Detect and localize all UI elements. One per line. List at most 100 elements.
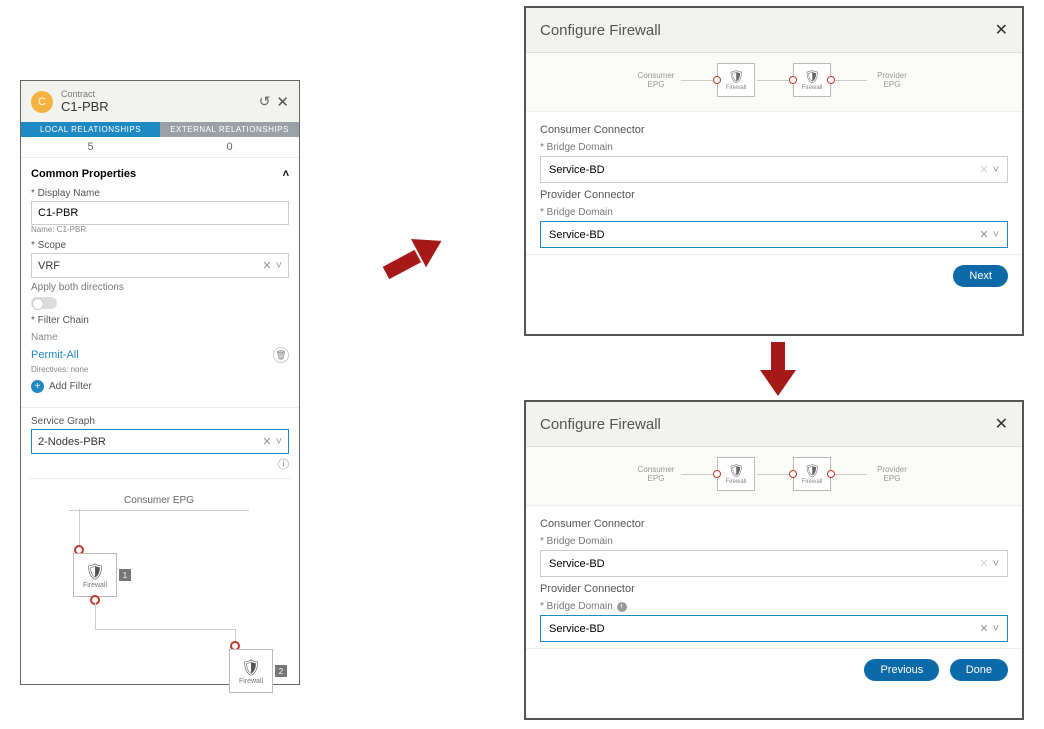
diagram-line bbox=[757, 474, 791, 475]
firewall-mini-2: 🛡 Firewall bbox=[793, 63, 831, 97]
chip-label: Consumer bbox=[631, 71, 681, 80]
clear-icon[interactable]: ✕ bbox=[979, 164, 988, 176]
provider-connector-label: Provider Connector bbox=[540, 189, 1008, 201]
panel-titles: Contract C1-PBR bbox=[61, 89, 259, 114]
provider-bd-value: Service-BD bbox=[549, 229, 605, 241]
diagram-line bbox=[681, 80, 715, 81]
configure-firewall-modal-step1: Configure Firewall ✕ Consumer EPG 🛡 Fire… bbox=[524, 6, 1024, 336]
modal-body: Consumer Connector * Bridge Domain Servi… bbox=[526, 112, 1022, 254]
shield-icon: 🛡 bbox=[728, 463, 745, 479]
close-icon[interactable]: ✕ bbox=[995, 20, 1008, 40]
external-count: 0 bbox=[160, 137, 299, 158]
display-name-input[interactable] bbox=[31, 201, 289, 225]
common-properties-label: Common Properties bbox=[31, 168, 136, 180]
chevron-down-icon[interactable]: ˅ bbox=[993, 229, 999, 241]
filter-chain-label: * Filter Chain bbox=[21, 311, 299, 328]
local-count: 5 bbox=[21, 137, 160, 158]
common-properties-header[interactable]: Common Properties ˄ bbox=[21, 158, 299, 184]
name-readonly: Name: C1-PBR bbox=[21, 225, 299, 236]
panel-title: C1-PBR bbox=[61, 99, 259, 114]
chevron-up-icon: ˄ bbox=[283, 168, 289, 180]
chevron-down-icon[interactable]: ˅ bbox=[993, 623, 999, 635]
next-button[interactable]: Next bbox=[953, 265, 1008, 287]
chip-label: Consumer bbox=[631, 465, 681, 474]
modal-topology-diagram: Consumer EPG 🛡 Firewall 🛡 Firewall Provi… bbox=[526, 53, 1022, 112]
modal-title: Configure Firewall bbox=[540, 416, 661, 433]
tab-external-relationships[interactable]: EXTERNAL RELATIONSHIPS bbox=[160, 122, 299, 137]
select-icons: ✕˅ bbox=[979, 557, 999, 570]
clear-icon[interactable]: ✕ bbox=[979, 558, 988, 570]
clear-icon[interactable]: ✕ bbox=[979, 229, 988, 241]
node-number-2: 2 bbox=[275, 665, 287, 677]
history-icon[interactable]: ↺ bbox=[259, 93, 271, 110]
clear-icon[interactable]: ✕ bbox=[262, 260, 271, 272]
consumer-bd-select[interactable]: Service-BD ✕˅ bbox=[540, 156, 1008, 183]
delete-filter-icon[interactable]: 🗑 bbox=[273, 347, 289, 363]
apply-both-toggle[interactable] bbox=[31, 297, 57, 309]
tab-local-relationships[interactable]: LOCAL RELATIONSHIPS bbox=[21, 122, 160, 137]
add-filter-button[interactable]: + Add Filter bbox=[21, 376, 299, 397]
modal-header: Configure Firewall ✕ bbox=[526, 402, 1022, 447]
bridge-domain-label: * Bridge Domain bbox=[540, 207, 1008, 218]
select-icons: ✕˅ bbox=[979, 228, 999, 241]
firewall-node-2[interactable]: 🛡 Firewall bbox=[229, 649, 273, 693]
graph-line bbox=[95, 629, 235, 630]
service-graph-label: Service Graph bbox=[21, 407, 299, 429]
provider-bd-select[interactable]: Service-BD ✕˅ bbox=[540, 221, 1008, 248]
firewall-mini-1: 🛡 Firewall bbox=[717, 457, 755, 491]
firewall-mini-label: Firewall bbox=[802, 85, 823, 91]
shield-icon: 🛡 bbox=[804, 463, 821, 479]
diagram-line bbox=[833, 80, 867, 81]
firewall-mini-1: 🛡 Firewall bbox=[717, 63, 755, 97]
connector-dot bbox=[827, 76, 835, 84]
modal-footer: Next bbox=[526, 254, 1022, 297]
chevron-down-icon[interactable]: ˅ bbox=[276, 436, 282, 448]
info-icon[interactable]: ⓘ bbox=[21, 454, 299, 474]
provider-connector-label: Provider Connector bbox=[540, 583, 1008, 595]
relationship-tabs: LOCAL RELATIONSHIPS EXTERNAL RELATIONSHI… bbox=[21, 122, 299, 137]
provider-epg-chip: Provider EPG bbox=[867, 71, 917, 89]
clear-icon[interactable]: ✕ bbox=[979, 623, 988, 635]
service-graph-diagram: Consumer EPG 🛡 Firewall 1 🛡 Firewall 2 bbox=[29, 478, 291, 708]
shield-icon: 🛡 bbox=[85, 562, 105, 582]
scope-value: VRF bbox=[38, 260, 60, 272]
chip-sublabel: EPG bbox=[867, 80, 917, 89]
contract-properties-panel: C Contract C1-PBR ↺ ✕ LOCAL RELATIONSHIP… bbox=[20, 80, 300, 685]
modal-topology-diagram: Consumer EPG 🛡 Firewall 🛡 Firewall Provi… bbox=[526, 447, 1022, 506]
select-icons: ✕˅ bbox=[262, 435, 282, 448]
filter-name: Permit-All bbox=[31, 349, 79, 361]
consumer-bd-select[interactable]: Service-BD ✕˅ bbox=[540, 550, 1008, 577]
chip-sublabel: EPG bbox=[867, 474, 917, 483]
firewall-mini-2: 🛡 Firewall bbox=[793, 457, 831, 491]
chevron-down-icon[interactable]: ˅ bbox=[993, 558, 999, 570]
graph-line bbox=[79, 509, 80, 549]
previous-button[interactable]: Previous bbox=[864, 659, 939, 681]
filter-row[interactable]: Permit-All 🗑 bbox=[21, 345, 299, 365]
done-button[interactable]: Done bbox=[950, 659, 1008, 681]
info-icon[interactable]: i bbox=[617, 602, 627, 612]
chip-label: Provider bbox=[867, 465, 917, 474]
provider-bd-select[interactable]: Service-BD ✕˅ bbox=[540, 615, 1008, 642]
modal-body: Consumer Connector * Bridge Domain Servi… bbox=[526, 506, 1022, 648]
add-filter-label: Add Filter bbox=[49, 381, 92, 392]
clear-icon[interactable]: ✕ bbox=[262, 436, 271, 448]
service-graph-value: 2-Nodes-PBR bbox=[38, 436, 106, 448]
select-icons: ✕˅ bbox=[262, 259, 282, 272]
scope-select[interactable]: VRF ✕˅ bbox=[31, 253, 289, 278]
chevron-down-icon[interactable]: ˅ bbox=[276, 260, 282, 272]
close-icon[interactable]: ✕ bbox=[995, 414, 1008, 434]
bridge-domain-label: * Bridge Domain i bbox=[540, 601, 1008, 612]
diagram-line bbox=[833, 474, 867, 475]
connector-dot bbox=[827, 470, 835, 478]
bridge-domain-label: * Bridge Domain bbox=[540, 142, 1008, 153]
node-number-1: 1 bbox=[119, 569, 131, 581]
firewall-node-1[interactable]: 🛡 Firewall bbox=[73, 553, 117, 597]
close-icon[interactable]: ✕ bbox=[276, 93, 289, 111]
consumer-epg-label: Consumer EPG bbox=[69, 491, 249, 511]
chip-sublabel: EPG bbox=[631, 80, 681, 89]
service-graph-select[interactable]: 2-Nodes-PBR ✕˅ bbox=[31, 429, 289, 454]
bd-label-text: * Bridge Domain bbox=[540, 601, 613, 612]
apply-both-label: Apply both directions bbox=[21, 278, 299, 295]
panel-subtitle: Contract bbox=[61, 89, 259, 99]
chevron-down-icon[interactable]: ˅ bbox=[993, 164, 999, 176]
